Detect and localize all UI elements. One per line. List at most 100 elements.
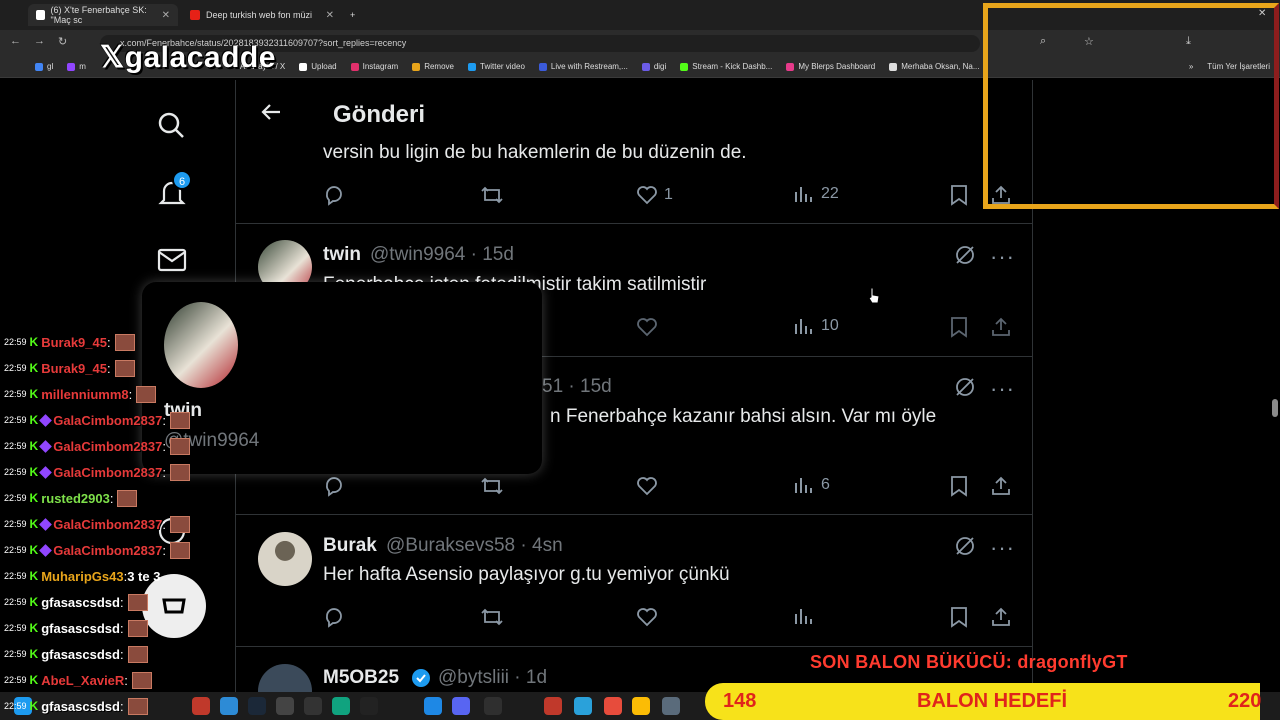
chat-username[interactable]: gfasascsdsd — [41, 621, 120, 636]
avatar[interactable] — [258, 532, 312, 586]
views-button[interactable] — [793, 606, 813, 626]
chat-username[interactable]: rusted2903 — [41, 491, 110, 506]
share-icon[interactable] — [990, 475, 1012, 497]
chat-username[interactable]: millenniumm8 — [41, 387, 128, 402]
chrome-icon[interactable] — [632, 697, 650, 715]
author-name[interactable]: M5OB25 — [323, 667, 399, 689]
tab-close-icon[interactable]: ✕ — [162, 10, 170, 21]
avatar[interactable] — [164, 302, 238, 388]
author-handle[interactable]: @twin9964 · 15d — [370, 244, 514, 266]
repost-icon[interactable] — [480, 606, 504, 628]
reply-icon[interactable] — [323, 475, 345, 497]
chat-emote-icon — [169, 463, 190, 481]
chatgpt-icon[interactable] — [332, 697, 350, 715]
grok-icon[interactable] — [954, 376, 976, 398]
chat-username[interactable]: GalaCimbom2837 — [53, 413, 162, 428]
chat-timestamp: 22:59 — [4, 649, 27, 659]
repost-icon[interactable] — [480, 184, 504, 206]
author-handle[interactable]: @bytsliii · 1d — [438, 667, 547, 689]
epic-games-icon[interactable] — [484, 697, 502, 715]
chat-username[interactable]: AbeL_XavieR — [41, 673, 124, 688]
chat-username[interactable]: GalaCimbom2837 — [53, 465, 162, 480]
profile-hover-card[interactable]: twin @twin9964 — [142, 282, 542, 474]
new-tab-button[interactable]: + — [342, 4, 363, 26]
taskbar-app-icon[interactable] — [192, 697, 210, 715]
taskbar-app-icon[interactable] — [544, 697, 562, 715]
like-button[interactable]: 1 — [636, 184, 673, 206]
chat-separator: : — [128, 386, 133, 402]
views-button[interactable]: 22 — [793, 184, 839, 204]
grok-icon[interactable] — [954, 535, 976, 557]
search-icon[interactable] — [156, 110, 186, 145]
bookmark-item[interactable]: gl — [35, 62, 53, 71]
author-name[interactable]: twin — [323, 244, 361, 266]
steam-icon[interactable] — [248, 697, 266, 715]
bookmark-item[interactable]: Remove — [412, 62, 454, 71]
bookmark-item[interactable]: Upload — [299, 62, 337, 71]
share-icon[interactable] — [990, 606, 1012, 628]
chat-username[interactable]: Burak9_45 — [41, 361, 107, 376]
window-close-icon[interactable]: ✕ — [1258, 8, 1266, 19]
chat-username[interactable]: gfasascsdsd — [41, 647, 120, 662]
bookmark-item[interactable]: m — [67, 62, 86, 71]
views-button[interactable]: 10 — [793, 316, 839, 336]
chat-username[interactable]: MuharipGs43 — [41, 569, 123, 584]
taskbar-app-icon[interactable] — [276, 697, 294, 715]
author-handle[interactable]: 51 · 15d — [542, 376, 612, 398]
bookmark-item[interactable]: Twitter video — [468, 62, 525, 71]
bookmark-item[interactable]: digi — [641, 62, 666, 71]
bookmark-icon[interactable] — [949, 475, 969, 497]
bookmark-item[interactable]: Instagram — [350, 62, 398, 71]
reload-icon[interactable]: ↻ — [58, 35, 67, 48]
author-name[interactable]: Burak — [323, 535, 377, 557]
download-icon[interactable]: ⤓ — [1186, 35, 1191, 48]
settings-gear-icon[interactable] — [662, 697, 680, 715]
views-button[interactable]: 6 — [793, 475, 830, 495]
like-button[interactable] — [636, 475, 658, 497]
kick-badge-icon: K — [29, 491, 39, 505]
chat-username[interactable]: GalaCimbom2837 — [53, 543, 162, 558]
chat-separator: : — [162, 464, 166, 480]
taskbar-app-icon[interactable] — [220, 697, 238, 715]
chat-username[interactable]: GalaCimbom2837 — [53, 439, 162, 454]
author-handle[interactable]: @Buraksevs58 · 4sn — [386, 535, 563, 557]
chat-username[interactable]: gfasascsdsd — [41, 699, 120, 714]
more-options-icon[interactable]: ··· — [990, 244, 1015, 270]
bookmark-item[interactable]: Merhaba Oksan, Na... — [889, 62, 980, 71]
chat-username[interactable]: Burak9_45 — [41, 335, 107, 350]
back-arrow-icon[interactable]: ← — [10, 35, 21, 47]
browser-tab-active[interactable]: (6) X'te Fenerbahçe SK: "Maç sc ✕ — [28, 4, 178, 26]
reply-icon[interactable] — [323, 606, 345, 628]
chat-username[interactable]: gfasascsdsd — [41, 595, 120, 610]
edge-icon[interactable] — [424, 697, 442, 715]
bookmark-item[interactable]: My Blerps Dashboard — [786, 62, 875, 71]
forward-arrow-icon[interactable]: → — [34, 35, 45, 47]
taskbar-app-icon[interactable] — [604, 697, 622, 715]
like-button[interactable] — [636, 316, 658, 338]
back-arrow-icon[interactable] — [260, 100, 284, 129]
taskbar-app-icon[interactable] — [304, 697, 322, 715]
bookmark-icon[interactable] — [949, 316, 969, 338]
more-options-icon[interactable]: ··· — [990, 535, 1015, 561]
mail-icon[interactable] — [157, 245, 187, 280]
taskbar-app-icon[interactable] — [360, 697, 378, 715]
more-options-icon[interactable]: ··· — [990, 376, 1015, 402]
tab-close-icon[interactable]: ✕ — [326, 10, 334, 21]
grok-icon[interactable] — [954, 244, 976, 266]
chat-username[interactable]: GalaCimbom2837 — [53, 517, 162, 532]
bookmark-icon[interactable] — [949, 606, 969, 628]
zoom-icon[interactable]: ⌕ — [1040, 35, 1046, 48]
share-icon[interactable] — [990, 316, 1012, 338]
bookmark-icon[interactable] — [949, 184, 969, 206]
scrollbar-thumb[interactable] — [1272, 399, 1278, 417]
chat-emote-icon — [114, 359, 135, 377]
bookmark-item[interactable]: Stream - Kick Dashb... — [680, 62, 772, 71]
like-button[interactable] — [636, 606, 658, 628]
discord-icon[interactable] — [452, 697, 470, 715]
bookmark-item[interactable]: Live with Restream,... — [538, 62, 628, 71]
telegram-icon[interactable] — [574, 697, 592, 715]
reply-icon[interactable] — [323, 184, 345, 206]
browser-tab[interactable]: Deep turkish web fon müzi ✕ — [182, 4, 342, 26]
star-icon[interactable]: ☆ — [1084, 35, 1094, 48]
repost-icon[interactable] — [480, 475, 504, 497]
